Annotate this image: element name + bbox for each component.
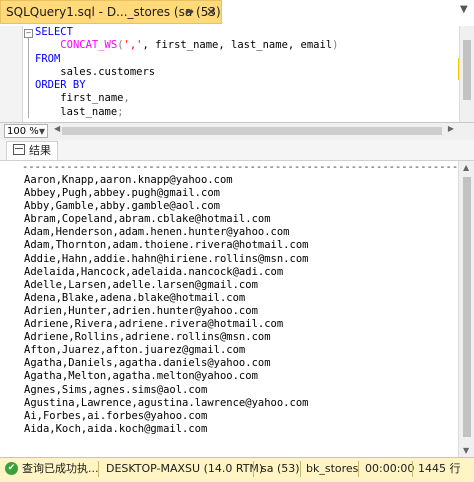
code-line[interactable]: sales.customers [35,66,338,79]
hscroll-thumb[interactable] [62,127,442,135]
status-bar: ✔ 查询已成功执... DESKTOP-MAXSU (14.0 RTM) sa … [0,457,474,482]
editor-scrollbar-thumb[interactable] [463,40,471,100]
status-server: DESKTOP-MAXSU (14.0 RTM) [106,462,264,475]
editor-gutter [0,26,23,122]
results-rows: Aaron,Knapp,aaron.knapp@yahoo.com Abbey,P… [24,174,308,436]
collapse-icon[interactable]: − [24,29,33,38]
result-row: Adelaida,Hancock,adelaida.nancock@adi.co… [24,265,284,278]
result-row: Adelle,Larsen,adelle.larsen@gmail.com [24,278,258,291]
code-line[interactable]: last_name; [35,106,338,119]
outline-line [28,38,29,118]
chevron-down-icon[interactable]: ▼ [39,125,45,139]
results-pane[interactable]: ----------------------------------------… [0,161,458,457]
code-line[interactable]: FROM [35,53,338,66]
status-user: sa (53) [261,462,300,475]
status-divider [358,461,359,477]
result-row: Agustina,Lawrence,agustina.lawrence@yaho… [24,396,309,409]
success-check-icon: ✔ [5,462,18,475]
code-token: ORDER BY [35,79,86,92]
scroll-down-icon[interactable]: ▼ [463,446,469,455]
status-row-count: 1445 行 [418,462,461,475]
document-tab-bar: SQLQuery1.sql - D..._stores (sa (53))* ⬌… [0,0,474,27]
pin-icon[interactable]: ⬌ [185,1,194,23]
code-token: , [123,92,130,105]
code-token: last_name [35,105,118,118]
zoom-value: 100 % [7,126,39,137]
result-row: Ai,Forbes,ai.forbes@yahoo.com [24,409,208,422]
results-tab-bar: 结果 [0,140,474,161]
result-row: Adena,Blake,adena.blake@hotmail.com [24,291,246,304]
results-scrollbar[interactable]: ▲ ▼ [458,161,474,457]
result-row: Adriene,Rollins,adriene.rollins@msn.com [24,331,271,344]
zoom-select[interactable]: 100 % ▼ [4,124,48,138]
result-row: Adrien,Hunter,adrien.hunter@yahoo.com [24,304,258,317]
results-separator: ----------------------------------------… [22,161,458,173]
code-line[interactable]: CONCAT_WS(',', first_name, last_name, em… [35,39,338,52]
result-row: Aida,Koch,aida.koch@gmail.com [24,422,208,435]
result-row: Agatha,Daniels,agatha.daniels@yahoo.com [24,357,271,370]
code-token: ',' [123,39,143,52]
code-token: FROM [35,52,61,65]
status-elapsed: 00:00:00 [365,462,415,475]
code-token: ) [332,39,339,52]
status-database: bk_stores [306,462,359,475]
result-row: Abbey,Pugh,abbey.pugh@gmail.com [24,187,220,200]
result-row: Adriene,Rivera,adriene.rivera@hotmail.co… [24,318,284,331]
code-line[interactable]: SELECT [35,26,338,39]
result-row: Abram,Copeland,abram.cblake@hotmail.com [24,213,271,226]
scroll-left-icon[interactable]: ◀ [54,124,60,133]
chevron-down-icon[interactable]: ▼ [460,4,468,15]
tab-sqlquery1[interactable]: SQLQuery1.sql - D..._stores (sa (53))* ⬌… [0,0,222,24]
status-divider [98,461,99,477]
code-token: ; [117,105,124,118]
status-message: 查询已成功执... [22,462,99,475]
zoom-bar: 100 % ▼ ◀ ▶ [0,122,474,141]
results-tab-label: 结果 [29,144,51,157]
result-row: Abby,Gamble,abby.gamble@aol.com [24,200,220,213]
result-row: Adam,Henderson,adam.henen.hunter@yahoo.c… [24,226,290,239]
code-token: , first_name, last_name, email [142,39,333,52]
result-row: Afton,Juarez,afton.juarez@gmail.com [24,344,246,357]
results-grid-icon [13,144,25,155]
scroll-up-icon[interactable]: ▲ [463,163,469,172]
status-divider [253,461,254,477]
code-token: SELECT [35,26,73,38]
result-row: Addie,Hahn,addie.hahn@hiriene.rollins@ms… [24,252,309,265]
status-divider [412,461,413,477]
code-token: sales.customers [35,65,156,78]
editor-scrollbar[interactable] [459,26,474,122]
code-token: CONCAT_WS [60,39,118,52]
scroll-right-icon[interactable]: ▶ [448,124,454,133]
result-row: Agnes,Sims,agnes.sims@aol.com [24,383,208,396]
code-token: first_name [35,92,124,105]
sql-code[interactable]: SELECT CONCAT_WS(',', first_name, last_n… [35,26,338,119]
results-scrollbar-thumb[interactable] [463,177,471,437]
sql-editor[interactable]: − SELECT CONCAT_WS(',', first_name, last… [0,26,474,122]
status-divider [300,461,301,477]
tab-results[interactable]: 结果 [6,141,58,160]
code-line[interactable]: first_name, [35,92,338,105]
result-row: Aaron,Knapp,aaron.knapp@yahoo.com [24,174,233,186]
editor-hscrollbar[interactable]: ◀ ▶ [54,124,454,136]
result-row: Adam,Thornton,adam.thoiene.rivera@hotmai… [24,239,309,252]
close-icon[interactable]: ✕ [206,1,216,23]
code-line[interactable]: ORDER BY [35,79,338,92]
result-row: Agatha,Melton,agatha.melton@yahoo.com [24,370,258,383]
